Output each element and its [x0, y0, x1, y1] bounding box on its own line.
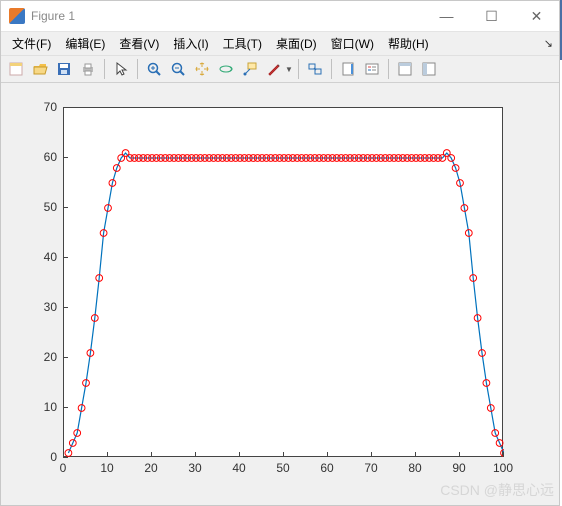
pointer-icon[interactable]: [110, 58, 132, 80]
x-tick-label: 50: [276, 461, 289, 475]
menu-file[interactable]: 文件(F): [5, 33, 58, 54]
y-tick-label: 50: [27, 200, 57, 214]
x-tick-label: 100: [493, 461, 513, 475]
zoom-in-icon[interactable]: [143, 58, 165, 80]
print-icon[interactable]: [77, 58, 99, 80]
menu-help[interactable]: 帮助(H): [381, 33, 436, 54]
x-tick-label: 0: [60, 461, 67, 475]
y-tick-label: 60: [27, 150, 57, 164]
brush-icon[interactable]: [263, 58, 285, 80]
y-tick-label: 70: [27, 100, 57, 114]
save-icon[interactable]: [53, 58, 75, 80]
close-button[interactable]: ✕: [514, 1, 559, 31]
x-tick-label: 60: [320, 461, 333, 475]
menu-view[interactable]: 查看(V): [112, 33, 166, 54]
menubar: 文件(F) 编辑(E) 查看(V) 插入(I) 工具(T) 桌面(D) 窗口(W…: [1, 31, 559, 55]
x-tick-label: 40: [232, 461, 245, 475]
open-icon[interactable]: [29, 58, 51, 80]
maximize-button[interactable]: ☐: [469, 1, 514, 31]
x-tick-label: 80: [408, 461, 421, 475]
y-tick-label: 20: [27, 350, 57, 364]
new-figure-icon[interactable]: [5, 58, 27, 80]
link-icon[interactable]: [304, 58, 326, 80]
toolbar: ▼: [1, 55, 559, 83]
layout2-icon[interactable]: [418, 58, 440, 80]
window-title: Figure 1: [31, 9, 75, 23]
figure-window: Figure 1 — ☐ ✕ 文件(F) 编辑(E) 查看(V) 插入(I) 工…: [0, 0, 560, 506]
menu-edit[interactable]: 编辑(E): [58, 33, 112, 54]
y-tick-label: 40: [27, 250, 57, 264]
data-cursor-icon[interactable]: [239, 58, 261, 80]
menu-window[interactable]: 窗口(W): [324, 33, 381, 54]
x-tick-label: 90: [452, 461, 465, 475]
colorbar-icon[interactable]: [337, 58, 359, 80]
menu-insert[interactable]: 插入(I): [166, 33, 215, 54]
menu-tools[interactable]: 工具(T): [216, 33, 269, 54]
minimize-button[interactable]: —: [424, 1, 469, 31]
line-plot: [64, 108, 504, 458]
axes[interactable]: [63, 107, 503, 457]
zoom-out-icon[interactable]: [167, 58, 189, 80]
y-tick-label: 30: [27, 300, 57, 314]
x-tick-label: 30: [188, 461, 201, 475]
y-tick-label: 10: [27, 400, 57, 414]
rotate3d-icon[interactable]: [215, 58, 237, 80]
menu-desktop[interactable]: 桌面(D): [269, 33, 324, 54]
matlab-icon: [9, 8, 25, 24]
x-tick-label: 20: [144, 461, 157, 475]
x-tick-label: 10: [100, 461, 113, 475]
legend-icon[interactable]: [361, 58, 383, 80]
y-tick-label: 0: [27, 450, 57, 464]
titlebar[interactable]: Figure 1 — ☐ ✕: [1, 1, 559, 31]
toolbar-overflow-icon[interactable]: ↘: [544, 37, 553, 50]
plot-area: 0 10 20 30 40 50 60 70 0 10 20 30 40 50 60 70 80 90 100: [1, 83, 559, 505]
layout1-icon[interactable]: [394, 58, 416, 80]
dropdown-icon[interactable]: ▼: [285, 65, 293, 74]
pan-icon[interactable]: [191, 58, 213, 80]
x-tick-label: 70: [364, 461, 377, 475]
